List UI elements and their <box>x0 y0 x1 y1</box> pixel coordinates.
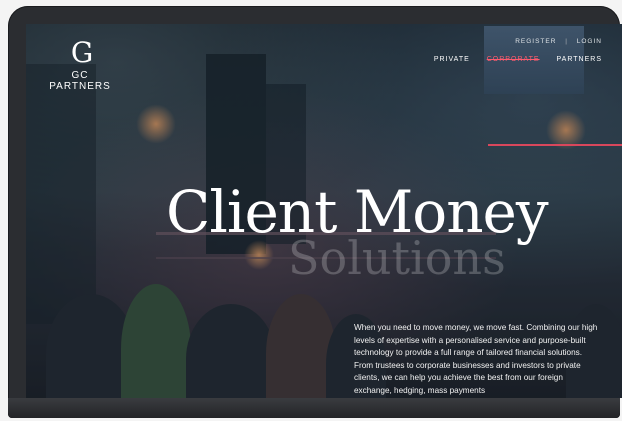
laptop-base <box>8 398 620 418</box>
brand-name: GC PARTNERS <box>49 70 111 92</box>
hero-title: Client Money <box>166 178 549 246</box>
main-navigation: PRIVATE CORPORATE PARTNERS <box>420 56 602 63</box>
logo-mark: G <box>70 36 93 69</box>
register-link[interactable]: REGISTER <box>515 38 556 45</box>
account-links: REGISTER | LOGIN <box>515 38 602 45</box>
nav-partners[interactable]: PARTNERS <box>557 56 602 63</box>
login-link[interactable]: LOGIN <box>577 38 602 45</box>
brand-logo[interactable]: G GC PARTNERS <box>40 36 120 93</box>
nav-corporate[interactable]: CORPORATE <box>487 56 540 63</box>
website-screen: G GC PARTNERS REGISTER | LOGIN PRIVATE C… <box>26 24 622 398</box>
nav-private[interactable]: PRIVATE <box>434 56 470 63</box>
accent-line <box>488 144 622 146</box>
hero-description: When you need to move money, we move fas… <box>354 323 598 395</box>
divider: | <box>565 38 568 45</box>
